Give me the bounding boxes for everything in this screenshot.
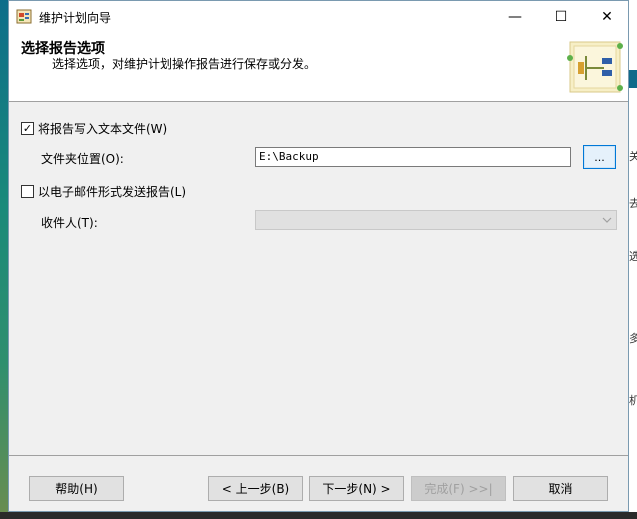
maximize-icon: ☐ <box>554 8 568 25</box>
desktop-background-left <box>0 0 8 519</box>
page-subtitle: 选择选项，对维护计划操作报告进行保存或分发。 <box>52 57 317 71</box>
email-report-option[interactable]: 以电子邮件形式发送报告(L) <box>21 183 186 200</box>
title-bar[interactable]: 维护计划向导 — ☐ ✕ <box>9 1 628 32</box>
folder-location-label: 文件夹位置(O): <box>41 152 124 166</box>
background-text-fragment: 选 <box>629 250 637 263</box>
wizard-content: ✓ 将报告写入文本文件(W) 文件夹位置(O): E:\Backup ... 以… <box>9 103 628 455</box>
next-button[interactable]: 下一步(N) > <box>309 476 404 501</box>
close-icon: ✕ <box>601 8 613 25</box>
wizard-banner-icon <box>567 41 623 93</box>
background-text-fragment: 关 <box>629 150 637 163</box>
browse-folder-button[interactable]: ... <box>583 145 616 169</box>
background-text-fragment: 多 <box>629 332 637 345</box>
finish-button[interactable]: 完成(F) >>| <box>411 476 506 501</box>
background-text-fragment: 机 <box>629 394 637 407</box>
write-text-file-option[interactable]: ✓ 将报告写入文本文件(W) <box>21 120 167 137</box>
back-button[interactable]: < 上一步(B) <box>208 476 303 501</box>
cancel-button[interactable]: 取消 <box>513 476 608 501</box>
wizard-header: 选择报告选项 选择选项，对维护计划操作报告进行保存或分发。 <box>9 32 628 102</box>
write-text-file-label[interactable]: 将报告写入文本文件(W) <box>38 120 167 137</box>
background-text-fragment: 去 <box>629 197 637 210</box>
maximize-button[interactable]: ☐ <box>538 1 584 32</box>
write-text-file-checkbox[interactable]: ✓ <box>21 122 34 135</box>
wizard-app-icon <box>16 9 32 24</box>
background-accent <box>628 70 637 88</box>
window-title: 维护计划向导 <box>39 11 112 25</box>
minimize-button[interactable]: — <box>492 1 538 32</box>
help-button[interactable]: 帮助(H) <box>29 476 124 501</box>
close-button[interactable]: ✕ <box>584 1 630 32</box>
recipient-label: 收件人(T): <box>41 216 98 230</box>
checkmark-icon: ✓ <box>22 122 33 135</box>
chevron-down-icon <box>602 217 612 223</box>
folder-location-input[interactable]: E:\Backup <box>255 147 571 167</box>
maintenance-plan-wizard-window: 维护计划向导 — ☐ ✕ 选择报告选项 选择选项，对维护计划操作报告进行保存或分… <box>8 0 629 512</box>
recipient-select[interactable] <box>255 210 617 230</box>
email-report-label[interactable]: 以电子邮件形式发送报告(L) <box>38 183 186 200</box>
desktop-bottom-strip <box>0 512 637 519</box>
wizard-footer: 帮助(H) < 上一步(B) 下一步(N) > 完成(F) >>| 取消 <box>9 455 628 511</box>
minimize-icon: — <box>508 8 522 25</box>
email-report-checkbox[interactable] <box>21 185 34 198</box>
